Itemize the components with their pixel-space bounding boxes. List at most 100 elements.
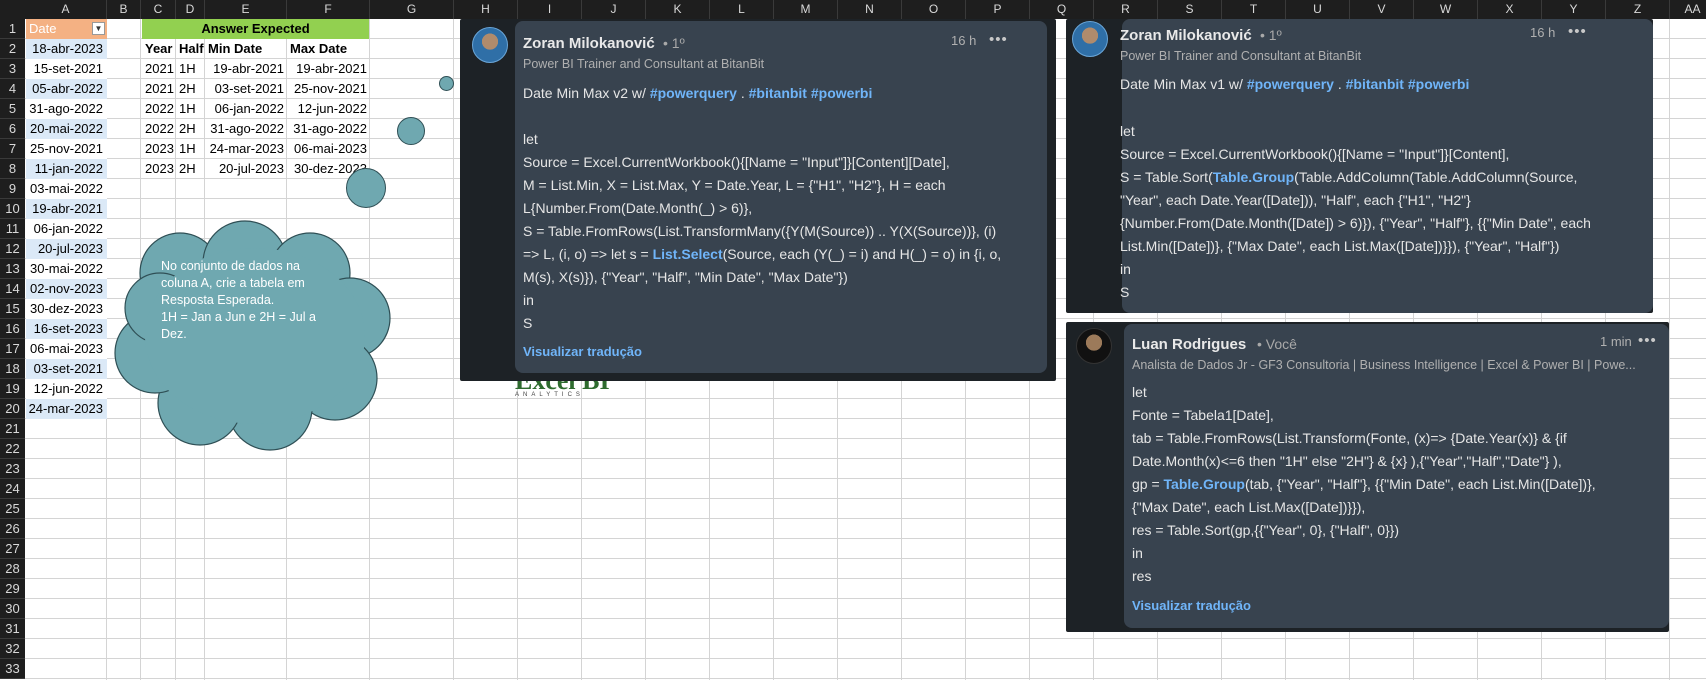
row-header-2[interactable]: 2 xyxy=(0,39,25,59)
column-header-j[interactable]: J xyxy=(582,0,646,19)
answer-cell[interactable]: 2023 xyxy=(145,139,175,159)
answer-cell[interactable]: 20-jul-2023 xyxy=(206,159,284,179)
row-header-30[interactable]: 30 xyxy=(0,599,25,619)
row-header-11[interactable]: 11 xyxy=(0,219,25,239)
column-header-f[interactable]: F xyxy=(287,0,370,19)
column-header-m[interactable]: M xyxy=(774,0,838,19)
author-avatar[interactable] xyxy=(1072,21,1108,57)
answer-cell[interactable]: 03-set-2021 xyxy=(206,79,284,99)
code-link-table-group[interactable]: Table.Group xyxy=(1164,476,1245,492)
date-cell[interactable]: 11-jan-2022 xyxy=(26,159,107,179)
row-header-32[interactable]: 32 xyxy=(0,639,25,659)
column-header-g[interactable]: G xyxy=(370,0,454,19)
translate-link[interactable]: Visualizar tradução xyxy=(1132,598,1251,613)
column-header-a[interactable]: A xyxy=(25,0,107,19)
row-header-13[interactable]: 13 xyxy=(0,259,25,279)
date-cell[interactable]: 20-jul-2023 xyxy=(26,239,107,259)
more-options-icon[interactable]: ••• xyxy=(1638,332,1657,349)
answer-header-cell[interactable]: Year xyxy=(145,39,179,59)
answer-cell[interactable]: 25-nov-2021 xyxy=(290,79,367,99)
date-cell[interactable]: 24-mar-2023 xyxy=(26,399,107,419)
answer-header-cell[interactable]: Max Date xyxy=(290,39,371,59)
author-avatar[interactable] xyxy=(1076,328,1112,364)
row-header-28[interactable]: 28 xyxy=(0,559,25,579)
date-cell[interactable]: 18-abr-2023 xyxy=(26,39,107,59)
row-header-3[interactable]: 3 xyxy=(0,59,25,79)
column-header-z[interactable]: Z xyxy=(1606,0,1670,19)
row-header-16[interactable]: 16 xyxy=(0,319,25,339)
row-header-26[interactable]: 26 xyxy=(0,519,25,539)
answer-cell[interactable]: 1H xyxy=(179,99,204,119)
author-name[interactable]: Zoran Milokanović xyxy=(1120,27,1252,44)
thought-bubble-large[interactable] xyxy=(346,168,386,208)
answer-header-cell[interactable]: Half xyxy=(179,39,208,59)
answer-cell[interactable]: 2022 xyxy=(145,99,175,119)
more-options-icon[interactable]: ••• xyxy=(1568,23,1587,40)
answer-cell[interactable]: 19-abr-2021 xyxy=(290,59,367,79)
row-header-27[interactable]: 27 xyxy=(0,539,25,559)
more-options-icon[interactable]: ••• xyxy=(989,31,1008,48)
column-header-s[interactable]: S xyxy=(1158,0,1222,19)
answer-cell[interactable]: 2021 xyxy=(145,59,175,79)
answer-cell[interactable]: 06-mai-2023 xyxy=(290,139,367,159)
column-header-aa[interactable]: AA xyxy=(1670,0,1706,19)
answer-cell[interactable]: 31-ago-2022 xyxy=(290,119,367,139)
column-header-x[interactable]: X xyxy=(1478,0,1542,19)
column-header-u[interactable]: U xyxy=(1286,0,1350,19)
date-cell[interactable]: 16-set-2023 xyxy=(26,319,107,339)
row-header-8[interactable]: 8 xyxy=(0,159,25,179)
answer-cell[interactable]: 2H xyxy=(179,79,204,99)
author-name[interactable]: Luan Rodrigues xyxy=(1132,336,1246,353)
thought-bubble-medium[interactable] xyxy=(397,117,425,145)
answer-cell[interactable]: 2H xyxy=(179,119,204,139)
column-header-p[interactable]: P xyxy=(966,0,1030,19)
date-cell[interactable]: 06-jan-2022 xyxy=(26,219,107,239)
row-header-18[interactable]: 18 xyxy=(0,359,25,379)
answer-cell[interactable]: 2022 xyxy=(145,119,175,139)
row-header-15[interactable]: 15 xyxy=(0,299,25,319)
column-header-c[interactable]: C xyxy=(141,0,176,19)
date-cell[interactable]: 19-abr-2021 xyxy=(26,199,107,219)
translate-link[interactable]: Visualizar tradução xyxy=(523,344,642,359)
answer-cell[interactable]: 2023 xyxy=(145,159,175,179)
hashtag-powerquery[interactable]: #powerquery xyxy=(1247,76,1334,92)
date-cell[interactable]: 03-mai-2022 xyxy=(26,179,107,199)
hashtag-bitanbit[interactable]: #bitanbit xyxy=(749,85,807,101)
column-header-d[interactable]: D xyxy=(176,0,205,19)
row-header-19[interactable]: 19 xyxy=(0,379,25,399)
row-header-23[interactable]: 23 xyxy=(0,459,25,479)
answer-cell[interactable]: 1H xyxy=(179,139,204,159)
column-header-t[interactable]: T xyxy=(1222,0,1286,19)
select-all-corner[interactable] xyxy=(0,0,25,19)
column-header-h[interactable]: H xyxy=(454,0,518,19)
row-header-5[interactable]: 5 xyxy=(0,99,25,119)
row-header-17[interactable]: 17 xyxy=(0,339,25,359)
code-link-table-group[interactable]: Table.Group xyxy=(1213,169,1294,185)
hashtag-powerbi[interactable]: #powerbi xyxy=(811,85,872,101)
row-header-22[interactable]: 22 xyxy=(0,439,25,459)
column-header-r[interactable]: R xyxy=(1094,0,1158,19)
row-header-1[interactable]: 1 xyxy=(0,19,25,39)
date-cell[interactable]: 15-set-2021 xyxy=(26,59,107,79)
column-header-o[interactable]: O xyxy=(902,0,966,19)
date-cell[interactable]: 20-mai-2022 xyxy=(26,119,107,139)
column-header-w[interactable]: W xyxy=(1414,0,1478,19)
row-header-14[interactable]: 14 xyxy=(0,279,25,299)
row-header-21[interactable]: 21 xyxy=(0,419,25,439)
answer-cell[interactable]: 31-ago-2022 xyxy=(206,119,284,139)
spreadsheet[interactable]: A B C D E F G H I J K L M N O P Q R S T U V W X Y Z AA 1 2 3 4 5 6 7 8 9 10… xyxy=(0,0,1706,680)
author-avatar[interactable] xyxy=(472,27,508,63)
column-header-b[interactable]: B xyxy=(107,0,141,19)
answer-cell[interactable]: 2H xyxy=(179,159,204,179)
column-header-q[interactable]: Q xyxy=(1030,0,1094,19)
hashtag-powerquery[interactable]: #powerquery xyxy=(650,85,737,101)
row-header-20[interactable]: 20 xyxy=(0,399,25,419)
column-header-n[interactable]: N xyxy=(838,0,902,19)
row-header-4[interactable]: 4 xyxy=(0,79,25,99)
answer-cell[interactable]: 24-mar-2023 xyxy=(206,139,284,159)
column-header-y[interactable]: Y xyxy=(1542,0,1606,19)
column-header-e[interactable]: E xyxy=(205,0,287,19)
column-header-k[interactable]: K xyxy=(646,0,710,19)
date-cell[interactable]: 30-mai-2022 xyxy=(26,259,107,279)
row-header-7[interactable]: 7 xyxy=(0,139,25,159)
